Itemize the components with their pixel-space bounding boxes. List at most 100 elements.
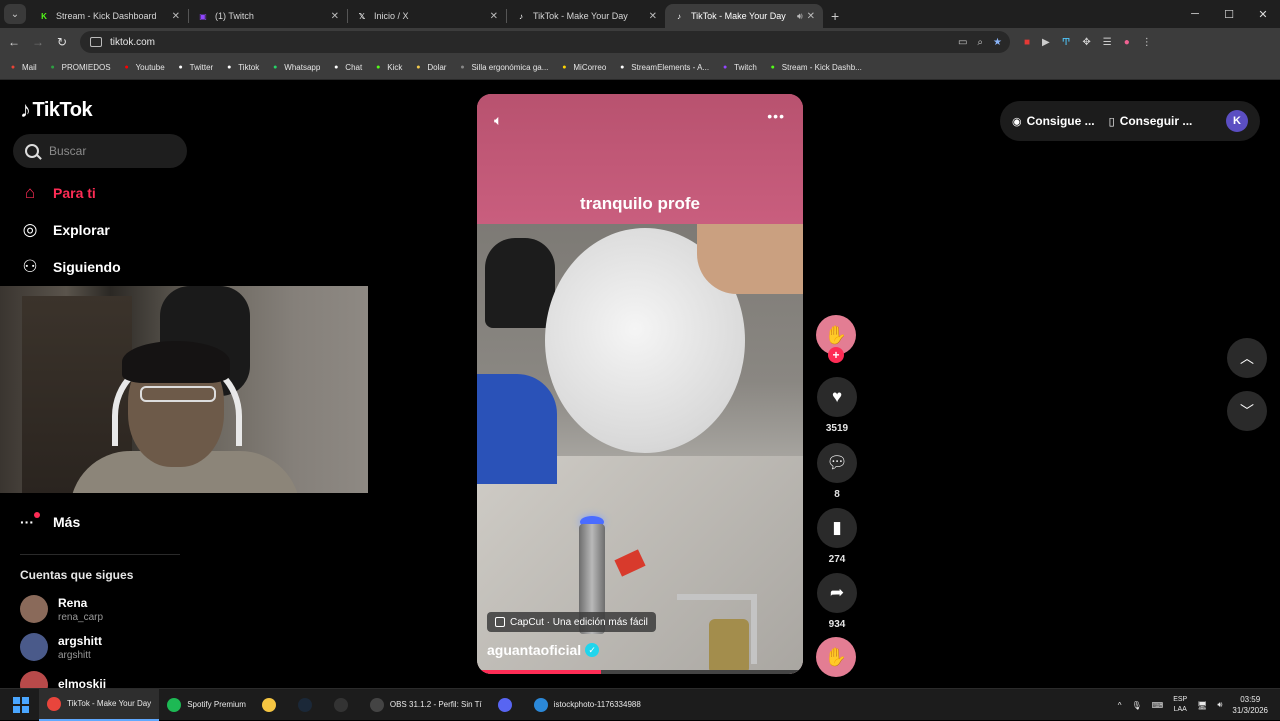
close-tab-icon[interactable]: ✕ bbox=[807, 11, 815, 22]
close-tab-icon[interactable]: ✕ bbox=[172, 11, 180, 22]
music-disc-avatar[interactable]: ✋ bbox=[816, 637, 856, 677]
tray-chevron-icon[interactable]: ^ bbox=[1118, 701, 1122, 710]
site-info-icon[interactable] bbox=[90, 37, 102, 47]
maximize-button[interactable]: ☐ bbox=[1212, 0, 1246, 28]
microphone-icon[interactable]: 🎙︎ bbox=[1131, 701, 1141, 710]
chrome-menu-icon[interactable]: ⋮ bbox=[1142, 37, 1152, 48]
bookmark-item[interactable]: ● MiCorreo bbox=[559, 63, 606, 73]
get-coins-button[interactable]: ◉ Consigue ... bbox=[1012, 114, 1095, 128]
forward-button[interactable]: → bbox=[26, 35, 50, 49]
volume-icon[interactable]: 🔈︎ bbox=[494, 112, 502, 129]
extension-red-icon[interactable]: ■ bbox=[1024, 37, 1030, 48]
kick-icon: ● bbox=[376, 64, 381, 71]
browser-tab[interactable]: K Stream - Kick Dashboard ✕ bbox=[30, 4, 188, 28]
followed-account[interactable]: argshitt argshitt bbox=[20, 633, 102, 661]
volume-tray-icon[interactable]: 🔊︎ bbox=[1217, 700, 1222, 710]
cast-icon[interactable]: ▭ bbox=[958, 37, 967, 48]
bookmark-item[interactable]: ● StreamElements - A... bbox=[617, 63, 709, 73]
tab-search-button[interactable]: ⌄ bbox=[4, 4, 26, 24]
get-app-button[interactable]: ▯ Conseguir ... bbox=[1109, 114, 1193, 128]
search-input[interactable]: Buscar bbox=[13, 134, 187, 168]
close-tab-icon[interactable]: ✕ bbox=[331, 11, 339, 22]
save-action[interactable]: ▮ 274 bbox=[816, 508, 858, 565]
reading-list-icon[interactable]: ☰ bbox=[1103, 37, 1112, 48]
bookmark-item[interactable]: ● Youtube bbox=[122, 63, 164, 73]
profile-avatar[interactable]: K bbox=[1226, 110, 1248, 132]
nav-for-you[interactable]: ⌂ Para ti bbox=[20, 183, 96, 203]
browser-tab[interactable]: ♪ TikTok - Make Your Day ✕ bbox=[507, 4, 665, 28]
heart-icon[interactable]: ♥ bbox=[817, 377, 857, 417]
url-bar[interactable]: tiktok.com ▭ ⌕ ★ bbox=[80, 31, 1010, 53]
extension-translate-icon[interactable]: Ͳ bbox=[1062, 37, 1071, 48]
comment-action[interactable]: 💬︎ 8 bbox=[816, 443, 858, 500]
clock-time: 03:59 bbox=[1240, 695, 1261, 704]
nav-explore[interactable]: ◎ Explorar bbox=[20, 220, 110, 240]
video-progress-bar[interactable] bbox=[477, 670, 803, 674]
comment-icon[interactable]: 💬︎ bbox=[817, 443, 857, 483]
reload-button[interactable]: ↻ bbox=[50, 35, 74, 49]
bookmark-item[interactable]: ● Twitter bbox=[176, 63, 214, 73]
bookmark-item[interactable]: ● Kick bbox=[373, 63, 402, 73]
bookmark-item[interactable]: ● Tiktok bbox=[224, 63, 259, 73]
taskbar-item[interactable] bbox=[490, 689, 526, 721]
account-avatar bbox=[20, 633, 48, 661]
like-action[interactable]: ♥ 3519 bbox=[816, 377, 858, 434]
bookmark-item[interactable]: ● Twitch bbox=[720, 63, 757, 73]
video-author[interactable]: aguantaoficial ✓ bbox=[487, 642, 600, 658]
keyboard-icon[interactable]: ⌨ bbox=[1152, 701, 1164, 710]
follow-plus-button[interactable]: + bbox=[828, 347, 844, 363]
windows-start-icon[interactable] bbox=[13, 696, 29, 713]
home-icon: ⌂ bbox=[24, 183, 36, 202]
chevron-down-icon: ﹀ bbox=[1240, 403, 1254, 419]
close-tab-icon[interactable]: ✕ bbox=[649, 11, 657, 22]
more-options-icon[interactable]: ••• bbox=[767, 108, 785, 124]
share-action[interactable]: ➦ 934 bbox=[816, 573, 858, 630]
chrome-icon bbox=[47, 696, 61, 711]
tab-audio-icon[interactable]: 🔊︎ bbox=[797, 11, 803, 22]
browser-tab[interactable]: 𝕏 Inicio / X ✕ bbox=[348, 4, 506, 28]
taskbar-item[interactable] bbox=[290, 689, 326, 721]
bookmark-item[interactable]: ● Stream - Kick Dashb... bbox=[768, 63, 862, 73]
bookmark-item[interactable]: ● Silla ergonómica ga... bbox=[457, 63, 548, 73]
browser-tab[interactable]: ♪ TikTok - Make Your Day 🔊︎ ✕ bbox=[665, 4, 823, 28]
nav-following[interactable]: ⚇ Siguiendo bbox=[20, 257, 120, 277]
taskbar-item[interactable]: OBS 31.1.2 - Perfil: Sin Tí bbox=[362, 689, 490, 721]
bookmark-star-icon[interactable]: ★ bbox=[993, 37, 1002, 48]
bookmark-icon[interactable]: ▮ bbox=[817, 508, 857, 548]
close-window-button[interactable]: ✕ bbox=[1246, 0, 1280, 28]
get-coins-label: Consigue ... bbox=[1026, 114, 1095, 128]
network-icon[interactable]: 🖥︎ bbox=[1197, 701, 1207, 710]
new-tab-button[interactable]: + bbox=[831, 8, 839, 24]
taskbar-item[interactable] bbox=[254, 689, 290, 721]
back-button[interactable]: ← bbox=[2, 35, 26, 49]
bookmark-item[interactable]: ● Mail bbox=[8, 63, 37, 73]
previous-video-button[interactable]: ︿ bbox=[1227, 338, 1267, 378]
language-indicator[interactable]: ESP LAA bbox=[1173, 695, 1187, 715]
taskbar-item[interactable]: Spotify Premium bbox=[159, 689, 254, 721]
coin-icon: ◉ bbox=[1012, 115, 1022, 128]
bookmark-item[interactable]: ● Whatsapp bbox=[270, 63, 320, 73]
next-video-button[interactable]: ﹀ bbox=[1227, 391, 1267, 431]
bookmark-item[interactable]: ● Chat bbox=[331, 63, 362, 73]
taskbar-item[interactable]: istockphoto-1176334988 bbox=[526, 689, 649, 721]
capcut-badge[interactable]: CapCut · Una edición más fácil bbox=[487, 612, 656, 632]
minimize-button[interactable]: ─ bbox=[1178, 0, 1212, 28]
close-tab-icon[interactable]: ✕ bbox=[490, 11, 498, 22]
tab-label: TikTok - Make Your Day bbox=[691, 11, 786, 21]
bookmark-item[interactable]: ● Dolar bbox=[413, 63, 446, 73]
extensions-puzzle-icon[interactable]: ✥ bbox=[1082, 37, 1090, 48]
followed-account[interactable]: elmoskii_ bbox=[20, 671, 113, 688]
browser-tab[interactable]: ▣ (1) Twitch ✕ bbox=[189, 4, 347, 28]
video-player[interactable]: tranquilo profe 🔈︎ ••• CapCut · Una edic… bbox=[477, 94, 803, 674]
nav-more[interactable]: ··· Más bbox=[20, 512, 80, 530]
share-icon[interactable]: ➦ bbox=[817, 573, 857, 613]
tiktok-logo[interactable]: ♪ TikTok bbox=[20, 97, 93, 123]
taskbar-item[interactable]: TikTok - Make Your Day bbox=[39, 688, 160, 721]
profile-icon[interactable]: ● bbox=[1124, 37, 1130, 48]
extension-play-icon[interactable]: ▶ bbox=[1042, 37, 1050, 48]
zoom-icon[interactable]: ⌕ bbox=[977, 37, 983, 48]
taskbar-item[interactable] bbox=[326, 689, 362, 721]
bookmark-item[interactable]: ● PROMIEDOS bbox=[48, 63, 111, 73]
clock[interactable]: 03:59 31/3/2026 bbox=[1232, 694, 1268, 716]
followed-account[interactable]: Rena rena_carp bbox=[20, 595, 103, 623]
